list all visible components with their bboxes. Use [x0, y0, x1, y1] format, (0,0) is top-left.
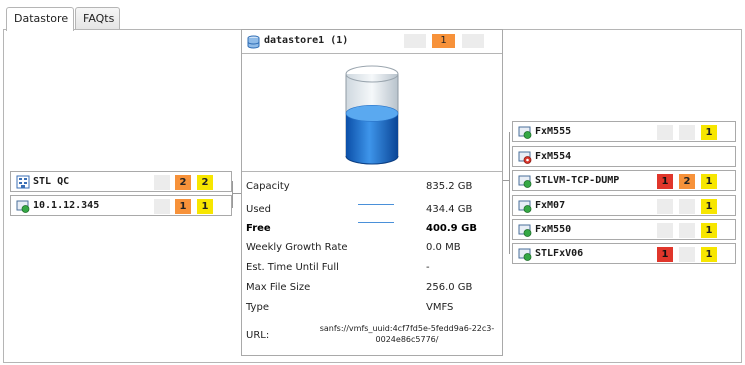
alarm-badge-warning: 1	[701, 247, 717, 262]
alarm-badge-critical	[657, 223, 673, 238]
tab-bar: Datastore FAQts	[0, 0, 745, 31]
alarm-badge-major	[679, 247, 695, 262]
alarm-badge-warning: 1	[701, 223, 717, 238]
alarm-badge-major: 2	[679, 174, 695, 189]
url-value[interactable]: sanfs://vmfs_uuid:4cf7fd5e-5fedd9a6-22c3…	[314, 323, 500, 345]
alarm-badge-warning: 1	[701, 174, 717, 189]
vm-label: FxM555	[535, 126, 572, 137]
vm-node-fxm555[interactable]: FxM555 1	[512, 121, 736, 142]
alarm-badge-warning: 1	[197, 199, 213, 214]
vm-label: STLFxV06	[535, 248, 584, 259]
alarm-badge-critical	[657, 199, 673, 214]
alarm-badge-major	[679, 125, 695, 140]
vm-off-icon	[518, 151, 532, 164]
connector-line	[509, 132, 510, 254]
vm-on-icon	[518, 175, 532, 188]
vm-on-icon	[518, 224, 532, 237]
alarm-badge-warning: 1	[701, 199, 717, 214]
free-sparkline	[358, 222, 394, 223]
used-value: 434.4 GB	[426, 204, 473, 215]
vm-label: FxM550	[535, 224, 572, 235]
vm-label: STLVM-TCP-DUMP	[535, 175, 620, 186]
alarm-badge-critical	[404, 34, 426, 48]
growth-rate-label: Weekly Growth Rate	[246, 242, 348, 253]
host-label: STL QC	[33, 176, 70, 187]
vm-node-stlvm-tcp-dump[interactable]: STLVM-TCP-DUMP 1 2 1	[512, 170, 736, 191]
tab-label: Datastore	[14, 12, 69, 25]
section-divider	[242, 171, 502, 172]
host-label: 10.1.12.345	[33, 200, 100, 211]
alarm-badge-warning	[462, 34, 484, 48]
tab-datastore[interactable]: Datastore	[6, 7, 74, 31]
url-label: URL:	[246, 330, 270, 341]
vm-on-icon	[518, 248, 532, 261]
used-label: Used	[246, 204, 272, 215]
tab-label: FAQts	[83, 12, 115, 25]
alarm-badge-critical	[154, 175, 170, 190]
vm-node-stlfxv06[interactable]: STLFxV06 1 1	[512, 243, 736, 264]
alarm-badge-critical	[154, 199, 170, 214]
growth-rate-value: 0.0 MB	[426, 242, 461, 253]
alarm-badge-major	[679, 199, 695, 214]
vm-on-icon	[518, 200, 532, 213]
alarm-badge-critical: 1	[657, 247, 673, 262]
vm-label: FxM07	[535, 200, 566, 211]
storage-cylinder-icon	[345, 65, 399, 165]
datastore-header: datastore1 (1) 1	[242, 30, 502, 52]
alarm-badge-major	[679, 223, 695, 238]
capacity-value: 835.2 GB	[426, 181, 473, 192]
vm-label: FxM554	[535, 151, 572, 162]
max-file-size-label: Max File Size	[246, 282, 311, 293]
time-until-full-label: Est. Time Until Full	[246, 262, 339, 273]
max-file-size-value: 256.0 GB	[426, 282, 473, 293]
cluster-icon	[16, 175, 30, 189]
tab-faqts[interactable]: FAQts	[75, 7, 120, 30]
datastore-icon	[247, 35, 260, 49]
time-until-full-value: -	[426, 262, 430, 273]
type-value: VMFS	[426, 302, 454, 313]
vm-on-icon	[518, 126, 532, 139]
alarm-badge-warning: 2	[197, 175, 213, 190]
alarm-badge-critical: 1	[657, 174, 673, 189]
free-value: 400.9 GB	[426, 223, 477, 234]
free-label: Free	[246, 223, 271, 234]
alarm-badge-critical	[657, 125, 673, 140]
vm-node-fxm550[interactable]: FxM550 1	[512, 219, 736, 240]
host-node-stl-qc[interactable]: STL QC 2 2	[10, 171, 232, 192]
capacity-label: Capacity	[246, 181, 290, 192]
alarm-badge-major: 2	[175, 175, 191, 190]
host-icon	[16, 200, 30, 213]
host-node-10-1-12-345[interactable]: 10.1.12.345 1 1	[10, 195, 232, 216]
header-divider	[242, 53, 502, 54]
vm-node-fxm07[interactable]: FxM07 1	[512, 195, 736, 216]
alarm-badge-warning: 1	[701, 125, 717, 140]
alarm-badge-major: 1	[432, 34, 455, 48]
used-sparkline	[358, 204, 394, 205]
datastore-card[interactable]: datastore1 (1) 1 Capacity 835.2 GB Used	[241, 29, 503, 356]
vm-node-fxm554[interactable]: FxM554	[512, 146, 736, 167]
connector-line	[232, 181, 233, 208]
alarm-badge-major: 1	[175, 199, 191, 214]
type-label: Type	[246, 302, 269, 313]
datastore-title: datastore1 (1)	[264, 35, 349, 46]
